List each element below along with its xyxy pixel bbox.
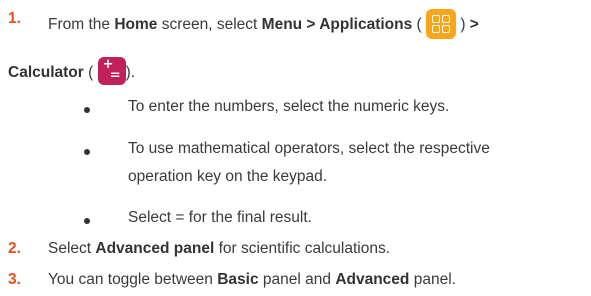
step-1-line-2: Calculator ( + = ). bbox=[8, 57, 136, 87]
text-segment: ( bbox=[83, 64, 94, 82]
text-segment: ). bbox=[125, 64, 136, 82]
calculator-label: Calculator bbox=[8, 64, 84, 82]
advanced-label: Advanced bbox=[335, 271, 410, 288]
equals-glyph: = bbox=[109, 68, 121, 83]
step-number: 3. bbox=[8, 271, 21, 288]
step-number: 1. bbox=[8, 10, 21, 27]
text-segment: for scientific calculations. bbox=[214, 240, 391, 257]
bullet-item: To use mathematical operators, select th… bbox=[128, 140, 490, 157]
step-1-line-1: From the Home screen, select Menu > Appl… bbox=[48, 9, 479, 40]
step-3-text: You can toggle between Basic panel and A… bbox=[48, 271, 456, 289]
text-segment: You can toggle between bbox=[48, 271, 218, 288]
chevron-label: > bbox=[469, 16, 479, 34]
text-segment: From the bbox=[48, 16, 115, 34]
basic-label: Basic bbox=[217, 271, 259, 288]
text-segment: ) bbox=[460, 16, 470, 34]
bullet-item-continuation: operation key on the keypad. bbox=[128, 168, 328, 185]
step-2-text: Select Advanced panel for scientific cal… bbox=[48, 240, 390, 258]
calculator-icon: + = bbox=[97, 57, 126, 85]
menu-applications-label: Menu > Applications bbox=[261, 16, 413, 34]
text-segment: ( bbox=[412, 16, 422, 34]
bullet-dot bbox=[84, 107, 90, 113]
text-segment: Select bbox=[48, 240, 96, 257]
bullet-item: Select = for the final result. bbox=[128, 209, 312, 226]
applications-grid-icon bbox=[426, 9, 457, 39]
bullet-item: To enter the numbers, select the numeric… bbox=[128, 98, 450, 115]
home-label: Home bbox=[114, 16, 158, 34]
advanced-panel-label: Advanced panel bbox=[95, 240, 215, 257]
text-segment: screen, select bbox=[157, 16, 262, 34]
step-number: 2. bbox=[8, 240, 21, 257]
bullet-dot bbox=[84, 149, 90, 155]
text-segment: panel and bbox=[258, 271, 336, 288]
text-segment: panel. bbox=[409, 271, 456, 288]
bullet-dot bbox=[84, 218, 90, 224]
